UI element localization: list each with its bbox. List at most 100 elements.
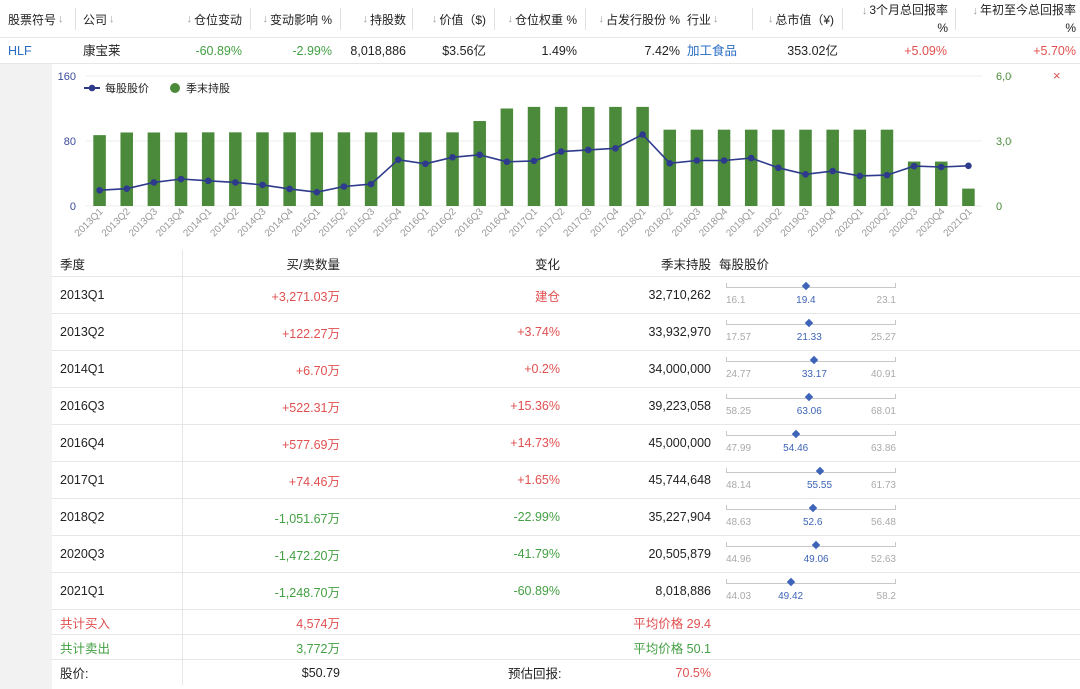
price-point [585, 146, 592, 154]
holding-row-hlf[interactable]: HLF 康宝莱 -60.89% -2.99% 8,018,886 $3.56亿 … [0, 38, 1080, 64]
divider [250, 8, 251, 30]
price-range-indicator: 58.25 63.06 68.01 [726, 388, 896, 425]
trade-row[interactable]: 2017Q1 +74.46万 +1.65% 45,744,648 48.14 55.55 6… [52, 462, 1080, 499]
holdings-bars [93, 106, 975, 206]
trade-row[interactable]: 2020Q3 -1,472.20万 -41.79% 20,505,879 44.96 49… [52, 536, 1080, 573]
x-tick-label: 2015Q2 [317, 206, 350, 239]
return-ytd-value: +5.70% [1033, 44, 1076, 58]
col-header-shares[interactable]: ↓ 持股数 [350, 0, 406, 38]
range-low: 24.77 [726, 369, 752, 380]
change-cell: +0.2% [524, 362, 560, 376]
y-right-tick-label: 3,000万 [996, 136, 1012, 148]
x-tick-label: 2016Q3 [453, 206, 486, 239]
price-point [910, 162, 918, 170]
trade-row[interactable]: 2021Q1 -1,248.70万 -60.89% 8,018,886 44.03 49.… [52, 573, 1080, 610]
divider [412, 8, 413, 30]
holdings-bar [853, 129, 867, 206]
price-range-indicator: 44.03 49.42 58.2 [726, 573, 896, 610]
total-buy-avg-price: 平均价格 29.4 [633, 616, 711, 631]
sort-arrow-icon: ↓ [262, 13, 268, 25]
col-header-ticker[interactable]: 股票符号 ↓ [8, 0, 64, 38]
col-header-change-impact[interactable]: ↓ 变动影响 % [258, 0, 332, 38]
quarter-cell: 2017Q1 [60, 473, 105, 487]
price-range-indicator: 44.96 49.06 52.63 [726, 536, 896, 573]
price-marker-icon [786, 577, 795, 587]
total-buy-amount: 4,574万 [296, 616, 340, 631]
holdings-bar [582, 106, 595, 206]
change-impact-value: -2.99% [292, 44, 332, 58]
x-tick-label: 2019Q2 [752, 206, 785, 239]
range-current: 33.17 [801, 369, 827, 380]
sort-arrow-icon: ↓ [58, 13, 64, 25]
range-min-tick [726, 394, 727, 399]
col-header-weight[interactable]: ↓ 仓位权重 % [500, 0, 577, 38]
divider [182, 425, 183, 461]
col-header-value[interactable]: ↓ 价值（$) [420, 0, 486, 38]
range-track [726, 287, 896, 288]
x-tick-label: 2019Q1 [724, 206, 757, 239]
return-3m-value: +5.09% [904, 44, 947, 58]
col-header-trade: 买/卖数量 [286, 257, 340, 272]
range-current: 19.4 [796, 295, 816, 306]
chart-legend[interactable]: 每股股价 季末持股 [84, 81, 230, 95]
col-header-return-3m[interactable]: ↓ 3个月总回报率% [852, 0, 948, 38]
sort-arrow-icon: ↓ [109, 13, 115, 25]
trade-row[interactable]: 2016Q3 +522.31万 +15.36% 39,223,058 58.25 63.0… [52, 388, 1080, 425]
price-point [476, 151, 483, 159]
range-min-tick [726, 505, 727, 510]
range-low: 44.03 [726, 591, 752, 602]
change-cell: -60.89% [513, 584, 560, 598]
x-tick-label: 2013Q3 [127, 206, 160, 239]
change-cell: 建仓 [534, 289, 560, 304]
trade-amount-cell: +577.69万 [281, 437, 340, 452]
trade-row[interactable]: 2016Q4 +577.69万 +14.73% 45,000,000 47.99 54.4… [52, 425, 1080, 462]
trade-row[interactable]: 2014Q1 +6.70万 +0.2% 34,000,000 24.77 33.17 40.… [52, 351, 1080, 388]
quarter-cell: 2016Q4 [60, 436, 105, 450]
range-low: 48.14 [726, 480, 752, 491]
range-low: 48.63 [726, 517, 752, 528]
x-tick-label: 2014Q1 [181, 206, 214, 239]
trade-history-body: 2013Q1 +3,271.03万 建仓 32,710,262 16.1 19.4 23.1… [52, 277, 1080, 610]
x-tick-label: 2013Q2 [100, 206, 133, 239]
range-high: 52.63 [870, 554, 896, 565]
trade-row[interactable]: 2013Q2 +122.27万 +3.74% 33,932,970 17.57 21.33… [52, 314, 1080, 351]
col-header-pct-outstanding[interactable]: ↓ 占发行股份 % [594, 0, 680, 38]
divider [585, 8, 586, 30]
trade-row[interactable]: 2013Q1 +3,271.03万 建仓 32,710,262 16.1 19.4 23.1 [52, 277, 1080, 314]
total-buy-row: 共计买入 4,574万 平均价格 29.4 [52, 610, 1080, 635]
divider [842, 8, 843, 30]
col-header-return-ytd[interactable]: ↓ 年初至今总回报率% [964, 0, 1076, 38]
holdings-bar [962, 188, 975, 206]
legend-label-holdings: 季末持股 [186, 81, 230, 95]
close-icon[interactable]: × [1053, 68, 1061, 83]
total-sell-amount: 3,772万 [296, 641, 340, 656]
ticker-link[interactable]: HLF [8, 38, 32, 64]
price-range-indicator: 48.14 55.55 61.73 [726, 462, 896, 499]
holdings-bar [93, 135, 106, 206]
x-tick-label: 2017Q4 [589, 206, 622, 239]
col-header-position-change[interactable]: ↓ 仓位变动 [180, 0, 242, 38]
quarter-cell: 2013Q1 [60, 288, 105, 302]
col-header-market-cap[interactable]: ↓ 总市值（¥) [762, 0, 834, 38]
range-low: 58.25 [726, 406, 752, 417]
holdings-bar [880, 129, 894, 206]
divider [182, 499, 183, 535]
trade-row[interactable]: 2018Q2 -1,051.67万 -22.99% 35,227,904 48.63 52… [52, 499, 1080, 536]
price-point [259, 181, 266, 189]
x-tick-label: 2017Q1 [507, 206, 540, 239]
col-header-industry[interactable]: 行业 ↓ [687, 0, 719, 38]
range-min-tick [726, 468, 727, 473]
sort-arrow-icon: ↓ [431, 13, 438, 25]
price-point [204, 177, 212, 185]
x-tick-label: 2018Q4 [697, 206, 730, 239]
x-tick-label: 2016Q2 [426, 206, 459, 239]
holdings-bar [609, 106, 622, 206]
col-header-company[interactable]: 公司 ↓ [83, 0, 115, 38]
x-tick-label: 2017Q2 [534, 206, 567, 239]
range-high: 58.2 [876, 591, 896, 602]
holdings-cell: 35,227,904 [648, 510, 711, 524]
price-range-indicator: 17.57 21.33 25.27 [726, 314, 896, 351]
position-change-value: -60.89% [195, 44, 242, 58]
industry-link[interactable]: 加工食品 [687, 38, 737, 64]
holdings-bar [201, 132, 215, 206]
